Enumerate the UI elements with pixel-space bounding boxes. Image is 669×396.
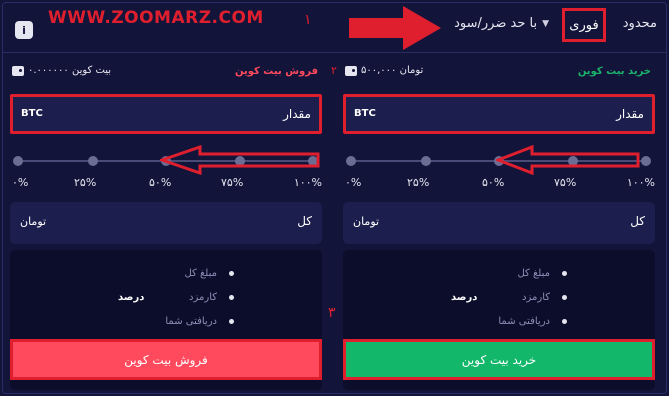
watermark: WWW.ZOOMARZ.COM	[48, 8, 264, 28]
bullet-icon	[562, 319, 567, 324]
sell-slider-ticks: ۱۰۰% ۷۵% ۵۰% ۲۵% ۰%	[10, 176, 322, 189]
buy-title: خرید بیت کوین	[577, 66, 651, 77]
buy-amount-input[interactable]: مقدار BTC	[343, 94, 655, 134]
buy-amount-unit: BTC	[354, 108, 376, 119]
header-divider	[2, 52, 667, 53]
tick-label: ۰%	[345, 176, 362, 189]
summary-label: دریافتی شما	[165, 316, 217, 327]
bullet-icon	[562, 295, 567, 300]
buy-balance: ۵۰۰,۰۰۰ تومان	[345, 65, 423, 76]
annotation-number-1: ١	[304, 12, 312, 28]
buy-slider-ticks: ۱۰۰% ۷۵% ۵۰% ۲۵% ۰%	[343, 176, 655, 189]
sell-balance-value: ۰.۰۰۰۰۰۰ بیت کوین	[28, 65, 112, 76]
buy-amount-label: مقدار	[616, 107, 644, 121]
sell-title: فروش بیت کوین	[234, 66, 318, 77]
buy-total-unit: تومان	[353, 215, 380, 228]
bullet-icon	[229, 319, 234, 324]
annotation-arrow-icon	[349, 6, 441, 50]
tab-instant-label: فوری	[569, 17, 599, 33]
tick-label: ۷۵%	[554, 176, 577, 189]
buy-panel: خرید بیت کوین ۵۰۰,۰۰۰ تومان مقدار BTC ۱۰…	[343, 60, 655, 390]
bullet-icon	[229, 271, 234, 276]
annotation-arrow-icon	[160, 145, 320, 175]
wallet-icon	[345, 65, 357, 76]
sell-total-unit: تومان	[20, 215, 47, 228]
summary-row: مبلغ کل	[517, 268, 567, 279]
tick-label: ۲۵%	[74, 176, 97, 189]
sell-amount-label: مقدار	[283, 107, 311, 121]
slider-stop-0[interactable]	[346, 156, 356, 166]
fee-unit: درصد	[451, 292, 478, 303]
slider-stop-100[interactable]	[641, 156, 651, 166]
tick-label: ۱۰۰%	[293, 176, 322, 189]
sell-amount-input[interactable]: مقدار BTC	[10, 94, 322, 134]
summary-label: مبلغ کل	[184, 268, 217, 279]
sell-button[interactable]: فروش بیت کوین	[10, 339, 322, 380]
summary-row: کارمزد	[189, 292, 234, 303]
fee-unit: درصد	[118, 292, 145, 303]
summary-label: مبلغ کل	[517, 268, 550, 279]
buy-total-label: کل	[630, 214, 645, 228]
slider-stop-25[interactable]	[421, 156, 431, 166]
tab-limited[interactable]: محدود	[623, 16, 657, 31]
tick-label: ۷۵%	[221, 176, 244, 189]
summary-label: دریافتی شما	[498, 316, 550, 327]
sell-total-input[interactable]: کل تومان	[10, 202, 322, 244]
tab-stop-loss-label: با حد ضرر/سود	[454, 16, 538, 31]
buy-balance-value: ۵۰۰,۰۰۰ تومان	[361, 65, 424, 76]
summary-label: کارمزد	[189, 292, 217, 303]
bullet-icon	[562, 271, 567, 276]
annotation-arrow-icon	[496, 145, 640, 175]
wallet-icon	[12, 65, 24, 76]
tick-label: ۱۰۰%	[626, 176, 655, 189]
info-icon[interactable]: i	[15, 21, 33, 39]
tick-label: ۰%	[12, 176, 29, 189]
buy-total-input[interactable]: کل تومان	[343, 202, 655, 244]
tick-label: ۲۵%	[407, 176, 430, 189]
bullet-icon	[229, 295, 234, 300]
annotation-number-3: ٣	[328, 305, 336, 321]
sell-balance: ۰.۰۰۰۰۰۰ بیت کوین	[12, 65, 111, 76]
chevron-down-icon: ▼	[542, 18, 549, 29]
tab-instant[interactable]: فوری	[562, 8, 606, 42]
summary-label: کارمزد	[522, 292, 550, 303]
summary-row: مبلغ کل	[184, 268, 234, 279]
sell-panel: فروش بیت کوین ۰.۰۰۰۰۰۰ بیت کوین مقدار BT…	[10, 60, 322, 390]
buy-button[interactable]: خرید بیت کوین	[343, 339, 655, 380]
annotation-number-2: ٢	[331, 64, 337, 77]
slider-stop-0[interactable]	[13, 156, 23, 166]
sell-total-label: کل	[297, 214, 312, 228]
sell-amount-unit: BTC	[21, 108, 43, 119]
summary-row: دریافتی شما	[498, 316, 567, 327]
summary-row: دریافتی شما	[165, 316, 234, 327]
tick-label: ۵۰%	[149, 176, 172, 189]
slider-stop-25[interactable]	[88, 156, 98, 166]
tab-stop-loss[interactable]: با حد ضرر/سود ▼	[454, 16, 549, 31]
summary-row: کارمزد	[522, 292, 567, 303]
tick-label: ۵۰%	[482, 176, 505, 189]
